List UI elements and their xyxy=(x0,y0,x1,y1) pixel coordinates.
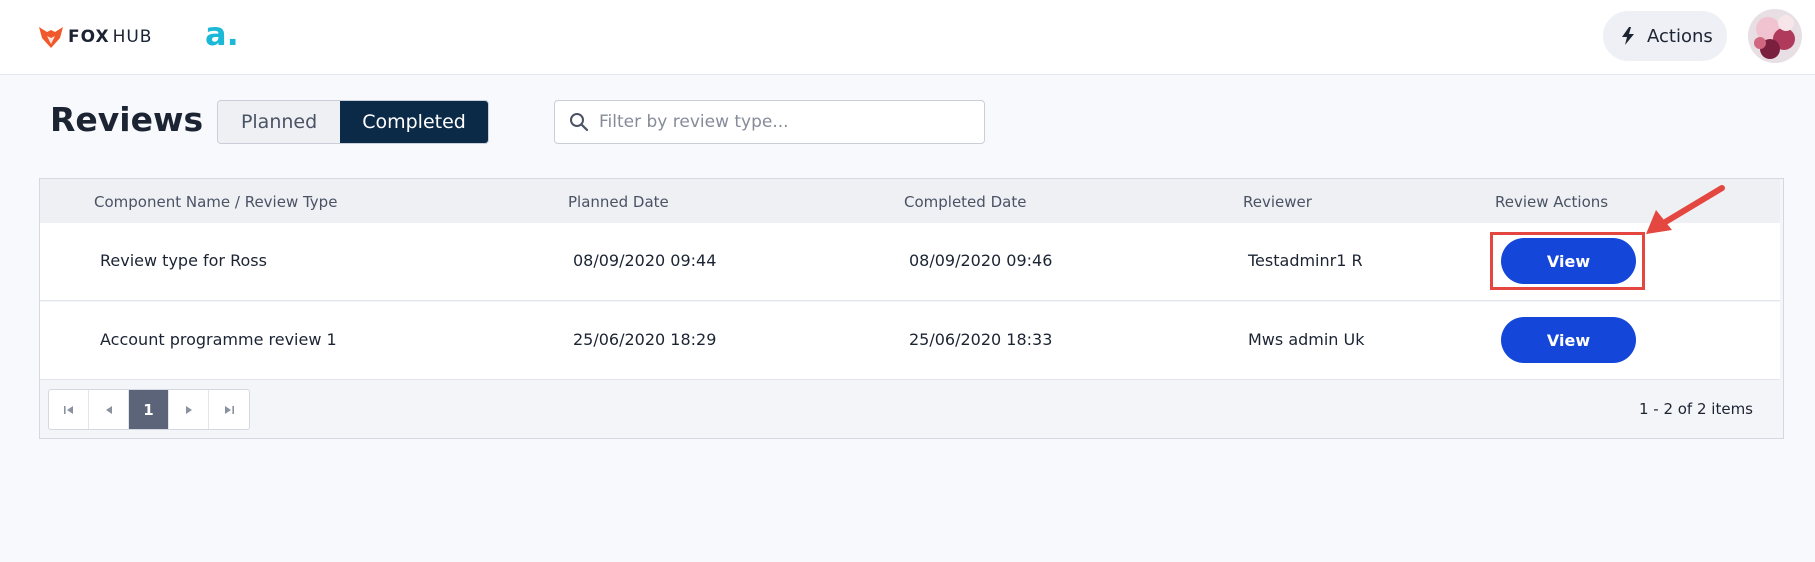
first-page-button[interactable] xyxy=(49,390,89,429)
avatar-image xyxy=(1748,9,1802,63)
annotation-highlight-box xyxy=(1490,232,1645,290)
completed-date: 25/06/2020 18:33 xyxy=(909,330,1053,349)
table-row[interactable]: Account programme review 1 25/06/2020 18… xyxy=(40,302,1780,380)
review-name: Review type for Ross xyxy=(100,251,267,270)
search-input[interactable] xyxy=(599,112,969,132)
partner-logo-text: a. xyxy=(205,17,239,53)
next-page-button[interactable] xyxy=(169,390,209,429)
column-header-review-actions: Review Actions xyxy=(1495,193,1609,211)
fox-logo-icon xyxy=(39,27,63,48)
search-icon xyxy=(570,113,589,132)
last-page-button[interactable] xyxy=(209,390,249,429)
actions-button[interactable]: Actions xyxy=(1603,11,1727,61)
annotation-arrow-icon xyxy=(1646,185,1725,234)
reviewer: Testadminr1 R xyxy=(1248,251,1363,270)
column-header-planned-date[interactable]: Planned Date xyxy=(568,193,669,211)
table-header: Component Name / Review Type Planned Dat… xyxy=(40,179,1780,223)
column-header-reviewer[interactable]: Reviewer xyxy=(1243,193,1312,211)
column-header-name[interactable]: Component Name / Review Type xyxy=(94,193,337,211)
prev-page-button[interactable] xyxy=(89,390,129,429)
top-bar: FOX HUB a. Actions xyxy=(0,0,1815,75)
completed-date: 08/09/2020 09:46 xyxy=(909,251,1053,270)
pagination-info: 1 - 2 of 2 items xyxy=(1638,400,1753,418)
page-title: Reviews xyxy=(50,100,204,139)
review-status-toggle: Planned Completed xyxy=(217,100,489,144)
reviews-table: Component Name / Review Type Planned Dat… xyxy=(39,178,1784,439)
view-button[interactable]: View xyxy=(1501,317,1636,363)
brand-name: FOX xyxy=(68,27,110,47)
search-box xyxy=(554,100,985,144)
page-number-button[interactable]: 1 xyxy=(129,390,169,429)
last-page-icon xyxy=(225,405,234,414)
pagination: 1 xyxy=(48,389,250,430)
reviewer: Mws admin Uk xyxy=(1248,330,1365,349)
first-page-icon xyxy=(63,405,73,414)
avatar[interactable] xyxy=(1748,9,1802,63)
planned-date: 25/06/2020 18:29 xyxy=(573,330,717,349)
review-name: Account programme review 1 xyxy=(100,330,337,349)
foxhub-logo[interactable]: FOX HUB xyxy=(38,23,152,51)
column-header-completed-date[interactable]: Completed Date xyxy=(904,193,1026,211)
lightning-icon xyxy=(1622,27,1634,45)
brand-suffix: HUB xyxy=(112,27,153,47)
actions-label: Actions xyxy=(1647,25,1713,47)
tab-completed[interactable]: Completed xyxy=(340,101,488,143)
prev-page-icon xyxy=(105,405,112,414)
next-page-icon xyxy=(185,405,192,414)
tab-planned[interactable]: Planned xyxy=(218,101,341,143)
partner-logo-icon[interactable]: a. xyxy=(205,17,241,53)
planned-date: 08/09/2020 09:44 xyxy=(573,251,717,270)
